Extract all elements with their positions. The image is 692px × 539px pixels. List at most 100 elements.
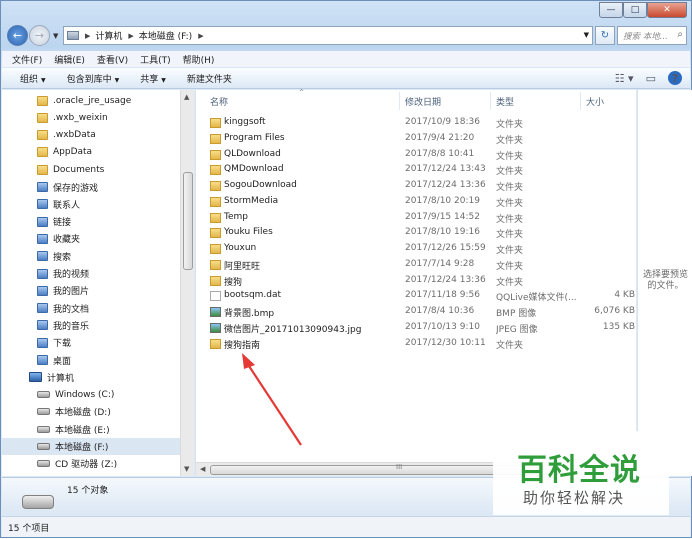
image-file-icon [210, 307, 221, 317]
menu-file[interactable]: 文件(F) [12, 53, 42, 66]
nav-item[interactable]: 我的图片 [37, 282, 89, 299]
forward-button[interactable]: → [29, 25, 50, 46]
watermark-subtitle: 助你轻松解决 [523, 489, 626, 507]
new-folder-button[interactable]: 新建文件夹 [187, 72, 232, 85]
nav-item[interactable]: 本地磁盘 (F:) [2, 438, 180, 455]
nav-scroll-thumb[interactable] [183, 172, 193, 270]
menu-tools[interactable]: 工具(T) [140, 53, 171, 66]
menu-help[interactable]: 帮助(H) [183, 53, 215, 66]
file-row[interactable]: SogouDownload 2017/12/24 13:36 文件夹 [207, 179, 637, 194]
column-divider[interactable] [399, 92, 400, 110]
nav-item-label: 链接 [53, 218, 72, 229]
column-divider[interactable] [490, 92, 491, 110]
nav-item[interactable]: 搜索 [37, 248, 71, 265]
breadcrumb-chevron-icon[interactable]: ▶ [128, 32, 133, 40]
address-dropdown-icon[interactable]: ▼ [584, 31, 589, 39]
file-type: JPEG 图像 [496, 324, 538, 335]
folder-icon [37, 95, 48, 106]
scroll-up-icon[interactable]: ▲ [184, 93, 189, 101]
refresh-button[interactable]: ↻ [595, 26, 615, 45]
minimize-button[interactable]: — [599, 2, 623, 18]
close-button[interactable]: ✕ [647, 2, 687, 18]
column-divider[interactable] [580, 92, 581, 110]
file-row[interactable]: bootsqm.dat 2017/11/18 9:56 QQLive媒体文件(...… [207, 289, 637, 304]
column-header-date[interactable]: 修改日期 [405, 95, 441, 109]
breadcrumb-drive-f[interactable]: 本地磁盘 (F:) [139, 29, 192, 42]
file-row[interactable]: 阿里旺旺 2017/7/14 9:28 文件夹 [207, 258, 637, 273]
nav-item-label: Documents [53, 164, 105, 175]
nav-item[interactable]: 我的音乐 [37, 317, 89, 334]
nav-item[interactable]: Windows (C:) [37, 386, 114, 403]
menu-view[interactable]: 查看(V) [97, 53, 128, 66]
scroll-grip-icon: III [396, 463, 403, 471]
scroll-left-icon[interactable]: ◀ [200, 465, 205, 473]
address-bar[interactable]: ▶ 计算机 ▶ 本地磁盘 (F:) ▶ ▼ [63, 26, 593, 45]
nav-item[interactable]: .oracle_jre_usage [37, 92, 131, 109]
preview-pane-icon[interactable]: ▭ [646, 72, 656, 85]
include-in-library-button[interactable]: 包含到库中 ▼ [67, 72, 120, 85]
back-button[interactable]: ← [7, 25, 28, 46]
scroll-down-icon[interactable]: ▼ [184, 465, 189, 473]
share-button[interactable]: 共享 ▼ [140, 72, 166, 85]
menu-edit[interactable]: 编辑(E) [54, 53, 85, 66]
drive-icon [37, 460, 50, 468]
breadcrumb-chevron-icon[interactable]: ▶ [85, 32, 90, 40]
column-header-size[interactable]: 大小 [586, 95, 604, 109]
view-options-icon[interactable]: ☷ ▾ [615, 72, 634, 85]
nav-item[interactable]: 本地磁盘 (E:) [37, 421, 110, 438]
nav-vertical-scrollbar[interactable]: ▲ ▼ [180, 90, 194, 476]
breadcrumb-computer[interactable]: 计算机 [95, 29, 122, 42]
file-row[interactable]: 搜狗 2017/12/24 13:36 文件夹 [207, 274, 637, 289]
nav-item-label: .oracle_jre_usage [53, 95, 132, 106]
image-file-icon [210, 322, 221, 333]
search-input[interactable]: 搜索 本地... ⌕ [617, 26, 687, 45]
file-row[interactable]: Temp 2017/9/15 14:52 文件夹 [207, 211, 637, 226]
folder-icon [210, 181, 221, 191]
drive-icon [37, 408, 50, 416]
nav-item[interactable]: 桌面 [37, 352, 71, 369]
nav-item[interactable]: 链接 [37, 213, 71, 230]
nav-item[interactable]: 联系人 [37, 196, 80, 213]
file-type: 文件夹 [496, 340, 524, 351]
column-header-type[interactable]: 类型 [496, 95, 514, 109]
nav-item[interactable]: 收藏夹 [37, 230, 80, 247]
nav-item[interactable]: .wxbData [37, 127, 96, 144]
organize-label: 组织 [20, 74, 39, 85]
file-row[interactable]: Program Files 2017/9/4 21:20 文件夹 [207, 132, 637, 147]
nav-item[interactable]: 下载 [37, 334, 71, 351]
help-icon[interactable]: ? [668, 71, 682, 85]
nav-item[interactable]: 我的视频 [37, 265, 89, 282]
file-row[interactable]: 背景图.bmp 2017/8/4 10:36 BMP 图像 6,076 KB [207, 305, 637, 320]
nav-item[interactable]: 本地磁盘 (D:) [37, 403, 111, 420]
explorer-window: — □ ✕ ← → ▼ ▶ 计算机 ▶ 本地磁盘 (F:) ▶ ▼ ↻ 搜索 本… [0, 0, 692, 538]
file-date: 2017/8/10 19:16 [405, 227, 480, 238]
nav-item[interactable]: 保存的游戏 [37, 179, 98, 196]
file-row[interactable]: StormMedia 2017/8/10 20:19 文件夹 [207, 195, 637, 210]
nav-item[interactable]: AppData [37, 144, 92, 161]
file-date: 2017/12/24 13:43 [405, 164, 486, 175]
drive-large-icon [22, 495, 54, 509]
file-date: 2017/11/18 9:56 [405, 290, 480, 301]
nav-item[interactable]: CD 驱动器 (Z:) [37, 455, 117, 472]
folder-icon [37, 130, 48, 141]
nav-item[interactable]: Documents [37, 161, 104, 178]
file-row[interactable]: kinggsoft 2017/10/9 18:36 文件夹 [207, 116, 637, 131]
file-row[interactable]: 搜狗指南 2017/12/30 10:11 文件夹 [207, 337, 637, 352]
organize-button[interactable]: 组织 ▼ [20, 72, 46, 85]
nav-item[interactable]: .wxb_weixin [37, 109, 108, 126]
preview-message: 选择要预览 的文件。 [638, 270, 692, 292]
file-row[interactable]: 微信图片_20171013090943.jpg 2017/10/13 9:10 JP… [207, 321, 637, 336]
nav-item[interactable]: 我的文档 [37, 300, 89, 317]
maximize-button[interactable]: □ [623, 2, 647, 18]
nav-item[interactable]: 计算机 [29, 369, 74, 386]
column-header-name[interactable]: 名称 [210, 95, 228, 109]
file-row[interactable]: QLDownload 2017/8/8 10:41 文件夹 [207, 148, 637, 163]
file-row[interactable]: Youxun 2017/12/26 15:59 文件夹 [207, 242, 637, 257]
file-row[interactable]: Youku Files 2017/8/10 19:16 文件夹 [207, 226, 637, 241]
breadcrumb-chevron-icon[interactable]: ▶ [198, 32, 203, 40]
preview-text-line2: 的文件。 [647, 281, 684, 291]
file-row[interactable]: QMDownload 2017/12/24 13:43 文件夹 [207, 163, 637, 178]
search-icon[interactable]: ⌕ [677, 29, 683, 40]
recent-pages-dropdown-icon[interactable]: ▼ [53, 32, 58, 40]
file-date: 2017/8/4 10:36 [405, 306, 475, 316]
